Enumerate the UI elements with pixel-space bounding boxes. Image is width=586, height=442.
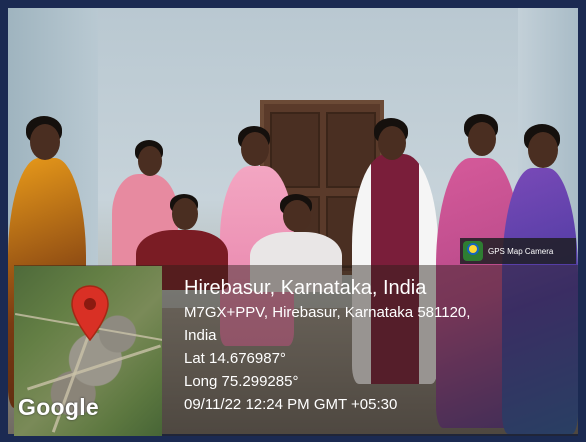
timestamp: 09/11/22 12:24 PM GMT +05:30 (184, 396, 398, 413)
gps-map-camera-badge: GPS Map Camera (460, 238, 576, 264)
location-title: Hirebasur, Karnataka, India (184, 277, 427, 299)
address-line-1: M7GX+PPV, Hirebasur, Karnataka 581120, (184, 304, 471, 321)
latitude: Lat 14.676987° (184, 350, 286, 367)
gps-camera-icon (463, 241, 483, 261)
google-logo: Google (18, 394, 100, 420)
badge-label: GPS Map Camera (488, 246, 554, 256)
location-pin-icon (71, 285, 109, 342)
longitude: Long 75.299285° (184, 373, 299, 390)
location-info: Hirebasur, Karnataka, India M7GX+PPV, Hi… (184, 275, 576, 416)
map-thumbnail: Google (14, 266, 162, 436)
address-line-2: India (184, 327, 217, 344)
photo-frame: Google GPS Map Camera Hirebasur, Karnata… (0, 0, 586, 442)
